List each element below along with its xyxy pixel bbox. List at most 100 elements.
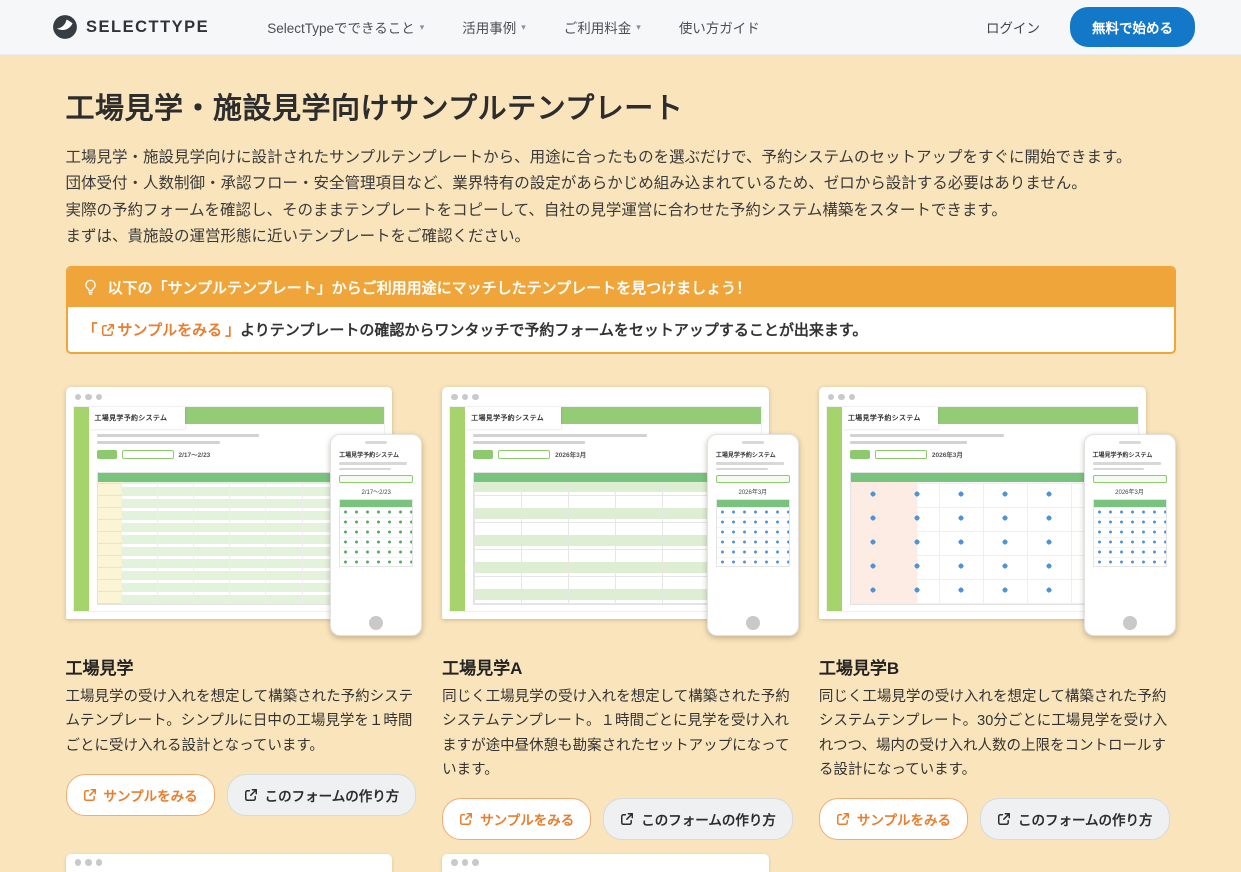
nav-item-pricing[interactable]: ご利用料金 ▾ [564, 17, 641, 37]
template-thumbnail[interactable]: 工場見学予約システム 2/17〜2/23 [66, 382, 423, 642]
view-sample-label: サンプルをみる [857, 809, 951, 829]
quote-open: 「 [83, 319, 98, 340]
phone-mockup: 工場見学予約システム 2/17〜2/23 [330, 434, 422, 636]
phone-mini-calendar [339, 499, 413, 567]
nav-item-guide[interactable]: 使い方ガイド [679, 17, 760, 37]
placeholder-text-line [473, 434, 646, 437]
how-to-build-label: このフォームの作り方 [265, 785, 400, 805]
phone-mockup-title: 工場見学予約システム [1093, 450, 1167, 459]
mockup-select [498, 450, 550, 459]
template-card-row: 工場見学予約システム 2/17〜2/23 [66, 382, 1176, 839]
window-dot [85, 859, 92, 866]
nav-item-label: 使い方ガイド [679, 17, 760, 37]
mockup-button [97, 450, 117, 459]
window-dot [96, 394, 103, 401]
nav-item-label: ご利用料金 [564, 17, 632, 37]
brand-logo[interactable]: SELECTTYPE [52, 14, 209, 40]
browser-titlebar [819, 387, 1146, 406]
mockup-period-label: 2/17〜2/23 [179, 449, 211, 459]
template-actions: サンプルをみる このフォームの作り方 [442, 798, 799, 840]
phone-period-label: 2026年3月 [716, 487, 790, 496]
how-to-build-button[interactable]: このフォームの作り方 [603, 798, 793, 840]
phone-mockup: 工場見学予約システム 2026年3月 [707, 434, 799, 636]
mockup-title-chip: 工場見学予約システム [842, 407, 938, 429]
window-dot [96, 859, 103, 866]
phone-period-label: 2/17〜2/23 [339, 487, 413, 496]
phone-calendar-header [340, 500, 412, 507]
day-column [194, 482, 230, 604]
mockup-title: 工場見学予約システム [95, 413, 168, 423]
quote-close: 」 [225, 319, 240, 340]
intro-text: 工場見学・施設見学向けに設計されたサンプルテンプレートから、用途に合ったものを選… [66, 145, 1176, 250]
day-column [158, 482, 194, 604]
phone-period-label: 2026年3月 [1093, 487, 1167, 496]
chevron-down-icon: ▾ [420, 22, 425, 33]
browser-titlebar [66, 387, 393, 406]
mockup-select [875, 450, 927, 459]
callout-box: 以下の「サンプルテンプレート」からご利用用途にマッチしたテンプレートを見つけまし… [66, 266, 1176, 354]
main-nav: SelectTypeでできること ▾ 活用事例 ▾ ご利用料金 ▾ 使い方ガイド [267, 17, 760, 37]
mockup-button [850, 450, 870, 459]
external-link-icon [83, 788, 97, 802]
placeholder-text-line [716, 462, 784, 465]
intro-line: まずは、貴施設の運営形態に近いテンプレートをご確認ください。 [66, 224, 1176, 250]
window-dot [849, 394, 856, 401]
template-actions: サンプルをみる このフォームの作り方 [66, 774, 423, 816]
day-column [230, 482, 266, 604]
mockup-title-chip: 工場見学予約システム [465, 407, 561, 429]
window-dot [462, 394, 469, 401]
how-to-build-button[interactable]: このフォームの作り方 [980, 798, 1170, 840]
window-dot [472, 859, 479, 866]
window-dot [838, 394, 845, 401]
template-thumbnail[interactable]: 工場見学予約システム 2026年3月 [442, 382, 799, 642]
window-dot [451, 859, 458, 866]
next-template-thumbnail[interactable] [442, 854, 769, 872]
login-link[interactable]: ログイン [986, 17, 1040, 37]
sample-link-reference: 「 サンプルをみる 」 [83, 319, 241, 340]
signup-button[interactable]: 無料で始める [1070, 7, 1195, 47]
sample-link-label: サンプルをみる [118, 319, 223, 340]
template-card-factory-tour-b: 工場見学予約システム 2026年3月 [819, 382, 1176, 839]
phone-calendar-grid [340, 507, 412, 567]
template-description: 同じく工場見学の受け入れを想定して構築された予約システムテンプレート。30分ごと… [819, 685, 1176, 781]
next-template-thumbnail[interactable] [66, 854, 393, 872]
mockup-title: 工場見学予約システム [471, 413, 544, 423]
nav-item-case-studies[interactable]: 活用事例 ▾ [462, 17, 526, 37]
page-content: 工場見学・施設見学向けサンプルテンプレート 工場見学・施設見学向けに設計されたサ… [66, 55, 1176, 872]
view-sample-button[interactable]: サンプルをみる [819, 798, 968, 840]
window-dot [451, 394, 458, 401]
template-title: 工場見学A [442, 654, 799, 679]
template-thumbnail[interactable]: 工場見学予約システム 2026年3月 [819, 382, 1176, 642]
external-link-icon [244, 788, 258, 802]
mockup-period-label: 2026年3月 [555, 449, 586, 459]
nav-item-features[interactable]: SelectTypeでできること ▾ [267, 17, 424, 37]
intro-line: 団体受付・人数制御・承認フロー・安全管理項目など、業界特有の設定があらかじめ組み… [66, 171, 1176, 197]
decorative-green-rail [74, 407, 89, 611]
placeholder-text-line [1093, 462, 1161, 465]
view-sample-label: サンプルをみる [104, 785, 198, 805]
external-link-icon [101, 323, 115, 337]
template-title: 工場見学 [66, 654, 423, 679]
placeholder-text-line [97, 434, 259, 437]
mockup-select [1093, 475, 1167, 483]
window-dot [75, 394, 82, 401]
window-dot [828, 394, 835, 401]
view-sample-button[interactable]: サンプルをみる [442, 798, 591, 840]
day-column [266, 482, 302, 604]
view-sample-button[interactable]: サンプルをみる [66, 774, 215, 816]
placeholder-text-line [339, 462, 407, 465]
view-sample-label: サンプルをみる [480, 809, 574, 829]
top-right-actions: ログイン 無料で始める [986, 7, 1195, 47]
external-link-icon [836, 812, 850, 826]
decorative-green-rail [827, 407, 842, 611]
external-link-icon [997, 812, 1011, 826]
placeholder-text-line [339, 468, 391, 471]
how-to-build-button[interactable]: このフォームの作り方 [227, 774, 417, 816]
top-navigation-bar: SELECTTYPE SelectTypeでできること ▾ 活用事例 ▾ ご利用… [0, 0, 1241, 55]
how-to-build-label: このフォームの作り方 [641, 809, 776, 829]
phone-mini-calendar [1093, 499, 1167, 567]
browser-titlebar [442, 387, 769, 406]
template-card-factory-tour-a: 工場見学予約システム 2026年3月 [442, 382, 799, 839]
phone-calendar-grid [1094, 507, 1166, 567]
placeholder-text-line [850, 441, 967, 444]
